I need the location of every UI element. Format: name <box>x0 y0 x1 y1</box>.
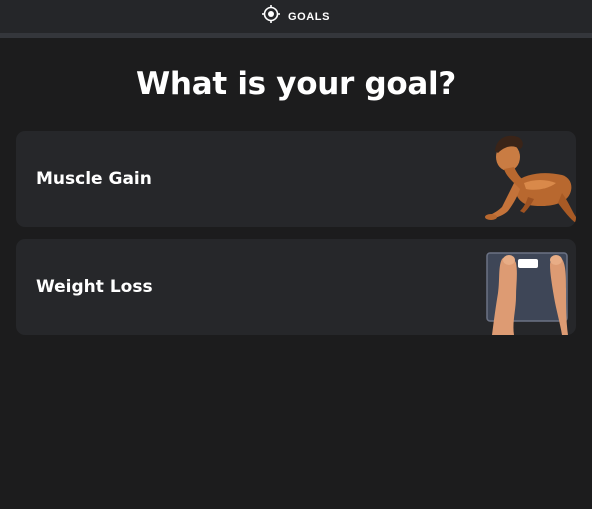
man-pushup-illustration <box>485 135 576 223</box>
brand: GOALS <box>261 5 331 28</box>
feet-on-scale-illustration <box>486 252 568 335</box>
target-icon <box>261 5 280 28</box>
progress-bar <box>0 33 592 38</box>
page-title: What is your goal? <box>136 66 456 102</box>
top-bar: GOALS <box>0 0 592 33</box>
option-label: Weight Loss <box>36 277 153 297</box>
option-weight-loss[interactable]: Weight Loss <box>16 239 576 335</box>
brand-label: GOALS <box>287 10 331 23</box>
option-muscle-gain[interactable]: Muscle Gain <box>16 131 576 227</box>
option-label: Muscle Gain <box>36 169 152 189</box>
